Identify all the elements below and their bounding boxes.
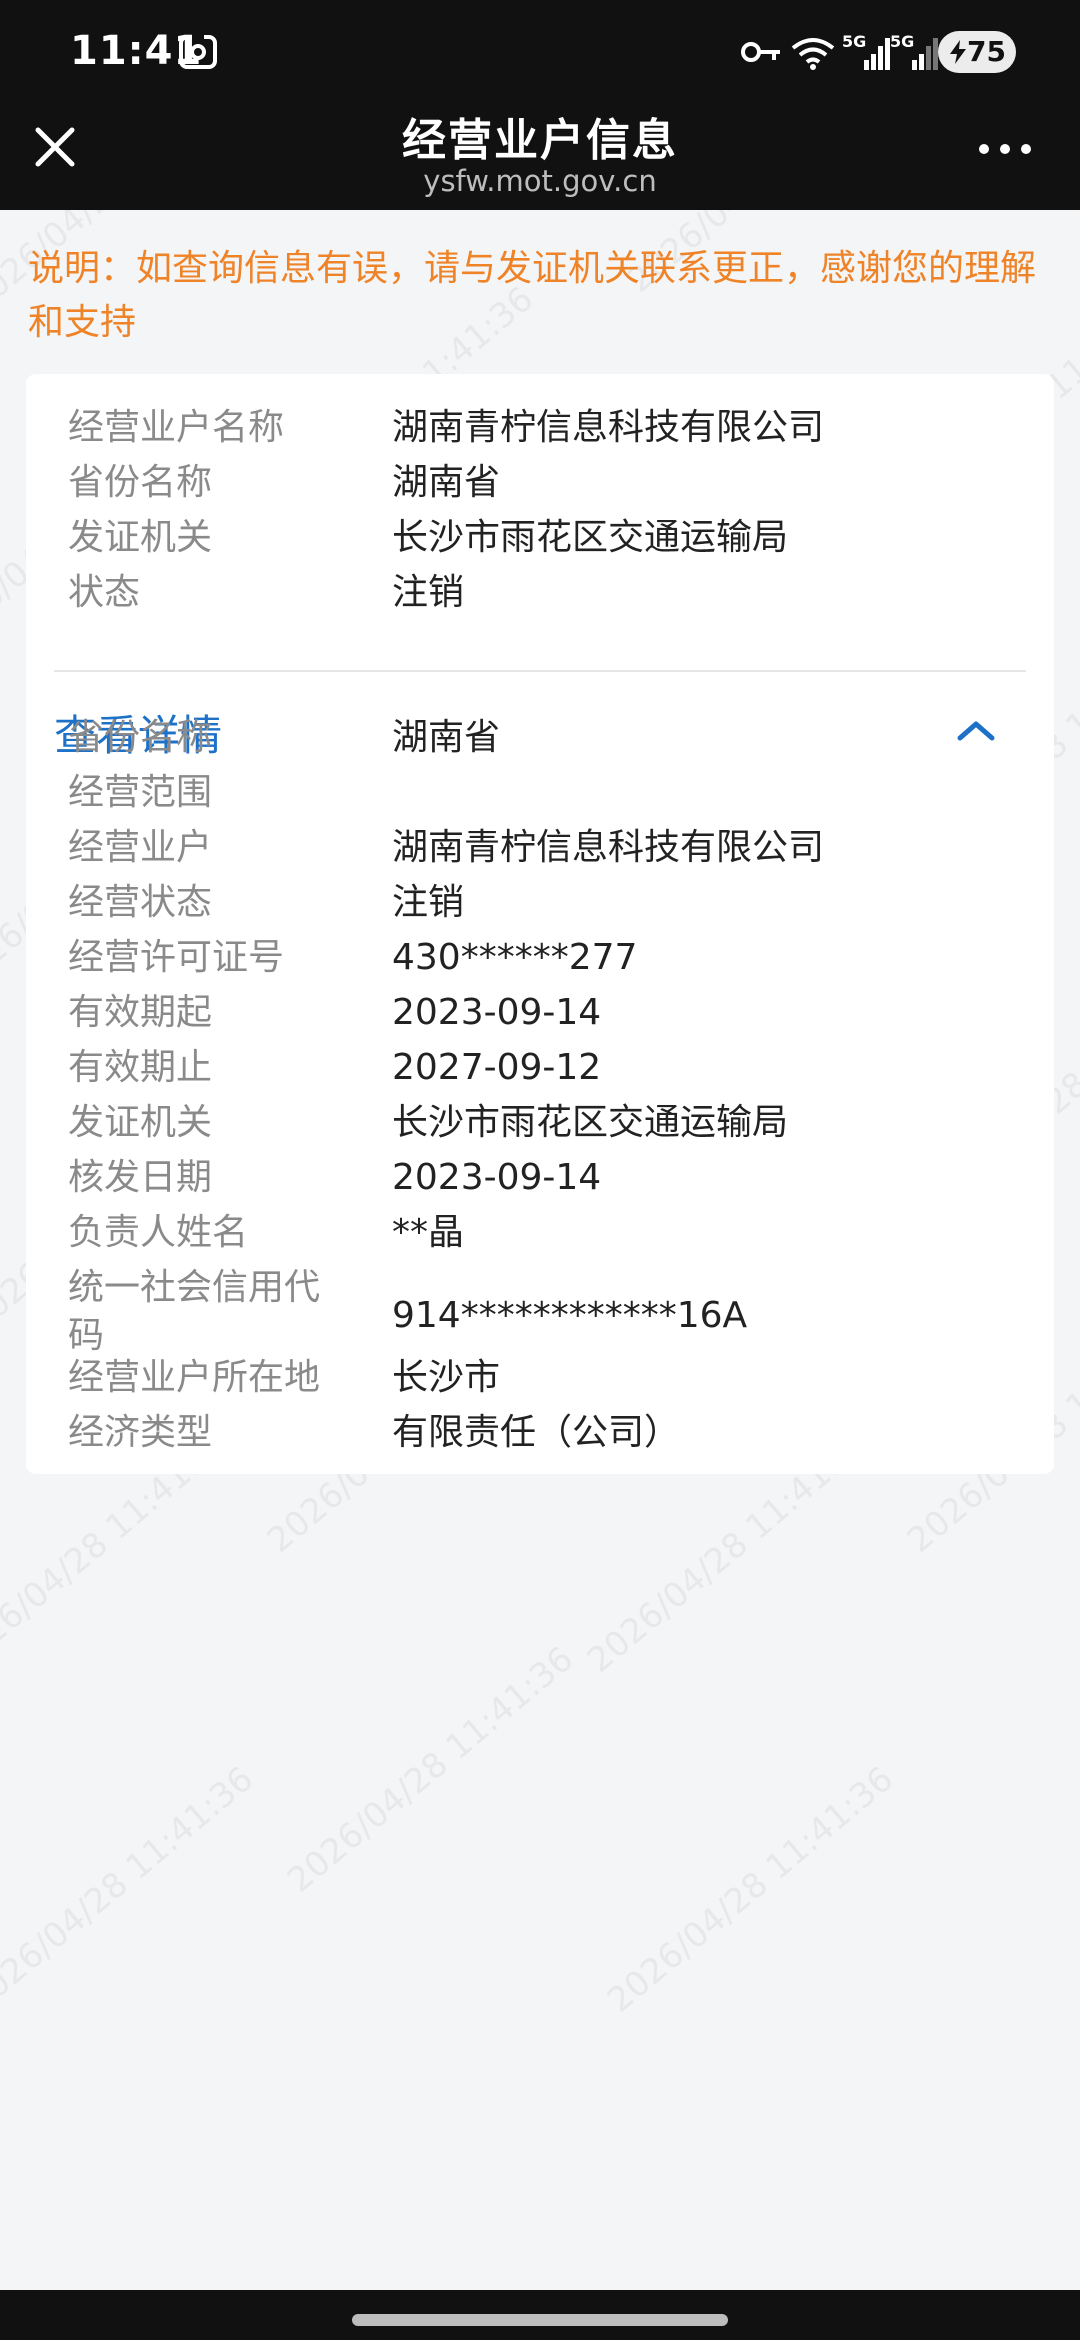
page-content[interactable]: 2026/04/28 11:41:362026/04/28 11:41:3620…: [0, 210, 1080, 2290]
detail-label: 经营状态: [68, 882, 213, 923]
detail-label: 经营范围: [68, 772, 213, 813]
more-button[interactable]: [978, 139, 1032, 159]
detail-label: 经营业户所在地: [68, 1357, 321, 1398]
summary-label: 发证机关: [68, 517, 213, 558]
gesture-bar: [0, 2290, 1080, 2340]
nav-bar: 经营业户信息 ysfw.mot.gov.cn: [0, 104, 1080, 210]
battery-level: 75: [967, 35, 1006, 68]
detail-value: 长沙市雨花区交通运输局: [392, 1102, 789, 1143]
battery-indicator: 75: [938, 31, 1016, 73]
detail-value: 湖南省: [392, 717, 501, 758]
summary-label: 状态: [68, 572, 141, 613]
detail-label: 核发日期: [68, 1157, 213, 1198]
page-domain: ysfw.mot.gov.cn: [423, 164, 657, 198]
watermark-text: 2026/04/28 11:41:36: [0, 1758, 262, 2021]
page-title: 经营业户信息: [402, 115, 678, 166]
detail-label: 发证机关: [68, 1102, 213, 1143]
watermark-text: 2026/04/28 11:41:36: [280, 1638, 582, 1901]
detail-value: 2027-09-12: [392, 1047, 602, 1088]
detail-value: 湖南青柠信息科技有限公司: [392, 827, 825, 868]
section-divider: [54, 670, 1026, 672]
screenshot-icon: [178, 34, 218, 74]
watermark-text: 2026/04/28 11:41:36: [600, 1758, 902, 2021]
detail-value: 2023-09-14: [392, 992, 602, 1033]
key-icon: [740, 38, 782, 70]
detail-label: 经营许可证号: [68, 937, 285, 978]
summary-label: 省份名称: [68, 462, 213, 503]
detail-value: 430******277: [392, 937, 638, 978]
detail-label: 负责人姓名: [68, 1212, 249, 1253]
info-card: 经营业户名称 湖南青柠信息科技有限公司 省份名称 湖南省 发证机关 长沙市雨花区…: [26, 374, 1054, 1474]
signal-5g-2-icon: 5G: [890, 32, 938, 72]
detail-value: 2023-09-14: [392, 1157, 602, 1198]
chevron-up-icon: [957, 721, 995, 741]
summary-value: 湖南省: [392, 462, 501, 503]
detail-label: 省份名称: [68, 717, 213, 758]
detail-value: 914************16A: [392, 1295, 748, 1336]
signal-5g-1-icon: 5G: [842, 32, 890, 72]
detail-value: **晶: [392, 1212, 465, 1253]
summary-value: 湖南青柠信息科技有限公司: [392, 407, 825, 448]
charging-icon: [950, 40, 966, 64]
summary-value: 注销: [392, 572, 465, 613]
detail-label: 经营业户: [68, 827, 213, 868]
wifi-icon: [790, 36, 836, 74]
detail-label: 有效期起: [68, 992, 213, 1033]
summary-value: 长沙市雨花区交通运输局: [392, 517, 789, 558]
detail-row: 统一社会信用代码 914************16A: [26, 1264, 1054, 1364]
summary-label: 经营业户名称: [68, 407, 285, 448]
detail-label: 统一社会信用代码: [68, 1267, 321, 1356]
status-bar: 11:41 5G 5G 75: [0, 0, 1080, 104]
more-icon: [979, 144, 1031, 154]
detail-value: 注销: [392, 882, 465, 923]
detail-label: 经济类型: [68, 1412, 213, 1453]
home-indicator[interactable]: [352, 2314, 728, 2326]
detail-value: 长沙市: [392, 1357, 501, 1398]
detail-value: 有限责任（公司）: [392, 1412, 681, 1453]
notice-text: 说明：如查询信息有误，请与发证机关联系更正，感谢您的理解和支持: [28, 248, 1037, 343]
detail-label: 有效期止: [68, 1047, 213, 1088]
